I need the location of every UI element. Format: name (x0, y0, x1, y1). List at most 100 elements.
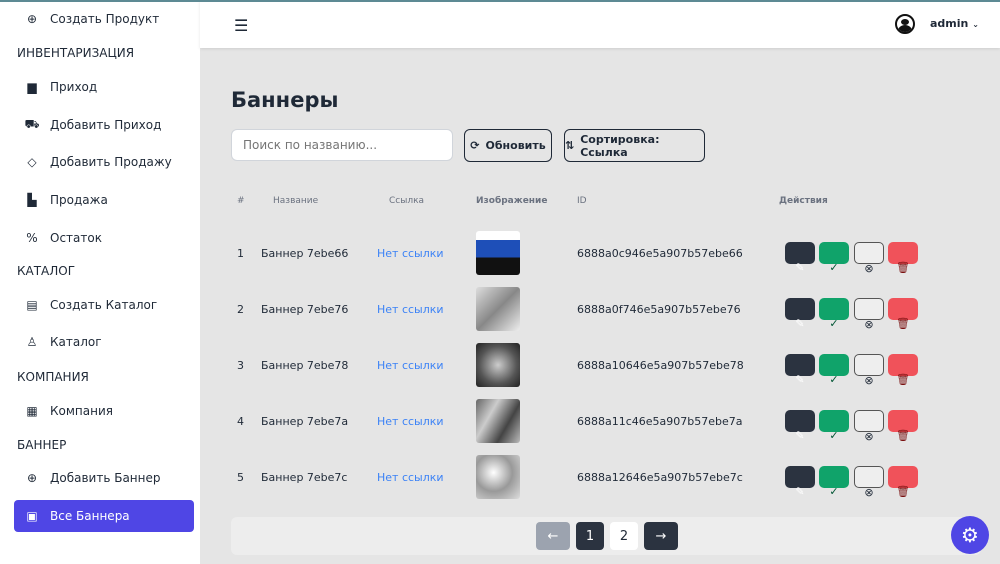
delete-button[interactable]: 🗑 (888, 242, 918, 274)
sidebar-item-sale[interactable]: ▙ Продажа (14, 184, 194, 216)
banner-link[interactable]: Нет ссылки (377, 471, 444, 484)
next-page-button[interactable]: → (644, 522, 678, 550)
prev-page-button[interactable]: ← (536, 522, 570, 550)
sidebar-item-create-catalog[interactable]: ▤ Создать Каталог (14, 289, 194, 321)
banner-thumbnail (476, 455, 520, 499)
approve-button[interactable]: ✓ (819, 298, 849, 330)
section-inventory: ИНВЕНТАРИЗАЦИЯ (17, 46, 135, 60)
section-banner: БАННЕР (17, 438, 67, 452)
banner-id: 6888a10646e5a907b57ebe78 (577, 359, 744, 372)
banner-name: Баннер 7ebe76 (261, 303, 349, 316)
sidebar-item-create-product[interactable]: ⊕ Создать Продукт (14, 3, 194, 35)
row-number: 4 (237, 415, 244, 428)
sort-icon: ⇅ (565, 139, 575, 152)
check-circle-icon: ✓ (829, 373, 839, 386)
top-header: ☰ admin ⌄ (200, 0, 1000, 48)
banner-id: 6888a0c946e5a907b57ebe66 (577, 247, 743, 260)
banner-name: Баннер 7ebe78 (261, 359, 349, 372)
row-number: 3 (237, 359, 244, 372)
banner-thumbnail (476, 343, 520, 387)
sidebar-item-add-sale[interactable]: ◇ Добавить Продажу (14, 146, 194, 178)
refresh-button[interactable]: ⟳ Обновить (464, 129, 552, 162)
edit-button[interactable]: ✎ (785, 354, 815, 386)
arrow-left-icon: ← (547, 528, 559, 544)
search-input[interactable] (231, 129, 453, 161)
check-circle-icon: ✓ (829, 261, 839, 274)
banner-name: Баннер 7ebe7a (261, 415, 349, 428)
x-circle-icon: ⊗ (864, 486, 874, 499)
edit-button[interactable]: ✎ (785, 466, 815, 498)
sidebar-item-income[interactable]: ▆ Приход (14, 71, 194, 103)
banner-link[interactable]: Нет ссылки (377, 359, 444, 372)
table-row: 3 Баннер 7ebe78 Нет ссылки 6888a10646e5a… (231, 340, 971, 390)
top-border (0, 0, 1000, 2)
menu-icon[interactable]: ☰ (234, 16, 248, 35)
pencil-icon: ✎ (795, 261, 805, 274)
gear-icon: ⚙ (961, 523, 979, 547)
cancel-button[interactable]: ⊗ (854, 354, 884, 387)
cancel-button[interactable]: ⊗ (854, 466, 884, 499)
banner-id: 6888a12646e5a907b57ebe7c (577, 471, 743, 484)
sidebar: ⊕ Создать Продукт ИНВЕНТАРИЗАЦИЯ ▆ Приход … (0, 0, 200, 564)
arrow-right-icon: → (655, 528, 667, 544)
col-image: Изображение (476, 196, 548, 206)
banner-link[interactable]: Нет ссылки (377, 303, 444, 316)
table-row: 5 Баннер 7ebe7c Нет ссылки 6888a12646e5a… (231, 452, 971, 502)
x-circle-icon: ⊗ (864, 374, 874, 387)
sidebar-item-catalog[interactable]: ♙ Каталог (14, 326, 194, 358)
sidebar-item-stock[interactable]: % Остаток (14, 222, 194, 254)
edit-button[interactable]: ✎ (785, 298, 815, 330)
edit-button[interactable]: ✎ (785, 242, 815, 274)
plus-circle-icon: ⊕ (26, 12, 38, 26)
approve-button[interactable]: ✓ (819, 242, 849, 274)
col-num: # (237, 196, 245, 206)
plus-circle-icon: ⊕ (26, 471, 38, 485)
refresh-icon: ⟳ (470, 139, 480, 152)
page-title: Баннеры (231, 88, 339, 112)
banner-id: 6888a0f746e5a907b57ebe76 (577, 303, 741, 316)
approve-button[interactable]: ✓ (819, 466, 849, 498)
page-number: 2 (619, 528, 629, 544)
user-menu[interactable]: admin ⌄ (930, 17, 979, 30)
row-number: 2 (237, 303, 244, 316)
col-name: Название (273, 196, 319, 206)
table-row: 4 Баннер 7ebe7a Нет ссылки 6888a11c46e5a… (231, 396, 971, 446)
sort-button[interactable]: ⇅ Сортировка: Ссылка (564, 129, 705, 162)
approve-button[interactable]: ✓ (819, 410, 849, 442)
chevron-down-icon: ⌄ (972, 20, 979, 29)
banner-name: Баннер 7ebe7c (261, 471, 348, 484)
approve-button[interactable]: ✓ (819, 354, 849, 386)
trash-icon: 🗑 (896, 317, 910, 330)
warehouse-icon: ▆ (27, 80, 37, 94)
catalog-icon: ♙ (26, 335, 38, 349)
x-circle-icon: ⊗ (864, 262, 874, 275)
settings-gear-button[interactable]: ⚙ (951, 516, 989, 554)
page-2-button[interactable]: 2 (610, 522, 638, 550)
check-circle-icon: ✓ (829, 317, 839, 330)
page-1-button[interactable]: 1 (576, 522, 604, 550)
percent-icon: % (26, 231, 38, 245)
pencil-icon: ✎ (795, 429, 805, 442)
user-avatar-icon[interactable] (895, 14, 915, 34)
banner-link[interactable]: Нет ссылки (377, 415, 444, 428)
cancel-button[interactable]: ⊗ (854, 242, 884, 275)
edit-button[interactable]: ✎ (785, 410, 815, 442)
cancel-button[interactable]: ⊗ (854, 298, 884, 331)
sidebar-item-add-income[interactable]: ⛟ Добавить Приход (14, 109, 194, 141)
sidebar-item-all-banners[interactable]: ▣ Все Баннера (14, 500, 194, 532)
sidebar-item-add-banner[interactable]: ⊕ Добавить Баннер (14, 462, 194, 494)
delete-button[interactable]: 🗑 (888, 466, 918, 498)
sidebar-item-company[interactable]: ▦ Компания (14, 395, 194, 427)
banner-name: Баннер 7ebe66 (261, 247, 349, 260)
x-circle-icon: ⊗ (864, 318, 874, 331)
banner-link[interactable]: Нет ссылки (377, 247, 444, 260)
delete-button[interactable]: 🗑 (888, 410, 918, 442)
banner-thumbnail (476, 287, 520, 331)
cancel-button[interactable]: ⊗ (854, 410, 884, 443)
section-company: КОМПАНИЯ (17, 370, 89, 384)
tag-icon: ◇ (27, 155, 37, 169)
delete-button[interactable]: 🗑 (888, 298, 918, 330)
trash-icon: 🗑 (896, 429, 910, 442)
delete-button[interactable]: 🗑 (888, 354, 918, 386)
col-link: Ссылка (389, 196, 425, 206)
